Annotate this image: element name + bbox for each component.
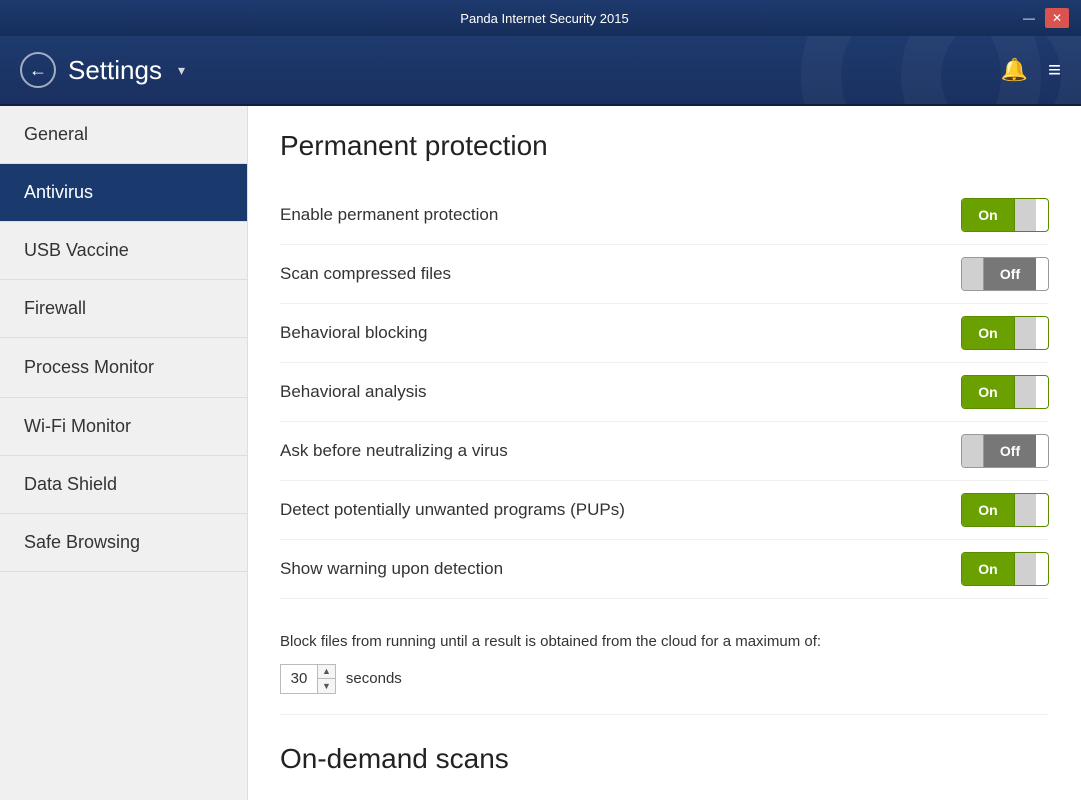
content-area: Permanent protection Enable permanent pr… [248, 106, 1081, 800]
label-enable-permanent: Enable permanent protection [280, 205, 961, 225]
back-button[interactable]: ← [20, 52, 56, 88]
header-right: 🔔 ≡ [1001, 57, 1061, 83]
main-layout: General Antivirus USB Vaccine Firewall P… [0, 106, 1081, 800]
toggle-show-warning[interactable]: On [961, 552, 1049, 586]
row-behavioral-analysis: Behavioral analysis On [280, 363, 1049, 422]
header-left: ← Settings ▾ [20, 52, 185, 88]
row-enable-permanent: Enable permanent protection On [280, 186, 1049, 245]
titlebar: Panda Internet Security 2015 — ✕ [0, 0, 1081, 36]
titlebar-title: Panda Internet Security 2015 [72, 11, 1017, 26]
toggle-on-label: On [962, 317, 1014, 349]
toggle-behavioral-blocking[interactable]: On [961, 316, 1049, 350]
toggle-behavioral-analysis[interactable]: On [961, 375, 1049, 409]
sidebar: General Antivirus USB Vaccine Firewall P… [0, 106, 248, 800]
toggle-off-label: Off [984, 435, 1036, 467]
row-scan-compressed: Scan compressed files Off [280, 245, 1049, 304]
toggle-enable-permanent[interactable]: On [961, 198, 1049, 232]
sidebar-item-wifi-monitor[interactable]: Wi-Fi Monitor [0, 398, 247, 456]
toggle-on-label: On [962, 199, 1014, 231]
number-arrows: ▲ ▼ [317, 665, 335, 693]
toggle-detect-pups[interactable]: On [961, 493, 1049, 527]
menu-icon[interactable]: ≡ [1048, 57, 1061, 83]
seconds-value: 30 [281, 670, 317, 687]
minimize-button[interactable]: — [1017, 8, 1041, 28]
label-behavioral-blocking: Behavioral blocking [280, 323, 961, 343]
toggle-scan-compressed[interactable]: Off [961, 257, 1049, 291]
sidebar-item-antivirus[interactable]: Antivirus [0, 164, 247, 222]
block-text-label: Block files from running until a result … [280, 621, 1049, 654]
label-detect-pups: Detect potentially unwanted programs (PU… [280, 500, 961, 520]
arrow-up-button[interactable]: ▲ [318, 665, 335, 680]
headerbar: ← Settings ▾ 🔔 ≡ [0, 36, 1081, 106]
sidebar-item-data-shield[interactable]: Data Shield [0, 456, 247, 514]
section2-title: On-demand scans [280, 743, 1049, 775]
seconds-input[interactable]: 30 ▲ ▼ [280, 664, 336, 694]
row-ask-before-neutralizing: Ask before neutralizing a virus Off [280, 422, 1049, 481]
toggle-handle [962, 435, 984, 467]
sidebar-item-general[interactable]: General [0, 106, 247, 164]
toggle-off-label: Off [984, 258, 1036, 290]
sidebar-item-firewall[interactable]: Firewall [0, 280, 247, 338]
toggle-handle [1014, 199, 1036, 231]
page-title: Settings [68, 55, 162, 86]
block-row: 30 ▲ ▼ seconds [280, 664, 1049, 694]
toggle-handle [1014, 317, 1036, 349]
toggle-handle [1014, 494, 1036, 526]
toggle-handle [1014, 376, 1036, 408]
row-behavioral-blocking: Behavioral blocking On [280, 304, 1049, 363]
block-files-section: Block files from running until a result … [280, 599, 1049, 715]
toggle-ask-before-neutralizing[interactable]: Off [961, 434, 1049, 468]
row-detect-pups: Detect potentially unwanted programs (PU… [280, 481, 1049, 540]
notification-bell-icon[interactable]: 🔔 [1001, 57, 1028, 83]
label-show-warning: Show warning upon detection [280, 559, 961, 579]
label-behavioral-analysis: Behavioral analysis [280, 382, 961, 402]
titlebar-controls: — ✕ [1017, 8, 1069, 28]
sidebar-item-safe-browsing[interactable]: Safe Browsing [0, 514, 247, 572]
sidebar-item-process-monitor[interactable]: Process Monitor [0, 338, 247, 398]
content-inner: Permanent protection Enable permanent pr… [248, 106, 1081, 800]
toggle-handle [962, 258, 984, 290]
label-scan-compressed: Scan compressed files [280, 264, 961, 284]
sidebar-item-usb-vaccine[interactable]: USB Vaccine [0, 222, 247, 280]
label-ask-before-neutralizing: Ask before neutralizing a virus [280, 441, 961, 461]
settings-dropdown-icon[interactable]: ▾ [178, 62, 185, 79]
row-show-warning: Show warning upon detection On [280, 540, 1049, 599]
toggle-on-label: On [962, 553, 1014, 585]
section1-title: Permanent protection [280, 130, 1049, 162]
seconds-label: seconds [346, 670, 402, 687]
toggle-on-label: On [962, 494, 1014, 526]
close-button[interactable]: ✕ [1045, 8, 1069, 28]
toggle-handle [1014, 553, 1036, 585]
toggle-on-label: On [962, 376, 1014, 408]
arrow-down-button[interactable]: ▼ [318, 679, 335, 693]
